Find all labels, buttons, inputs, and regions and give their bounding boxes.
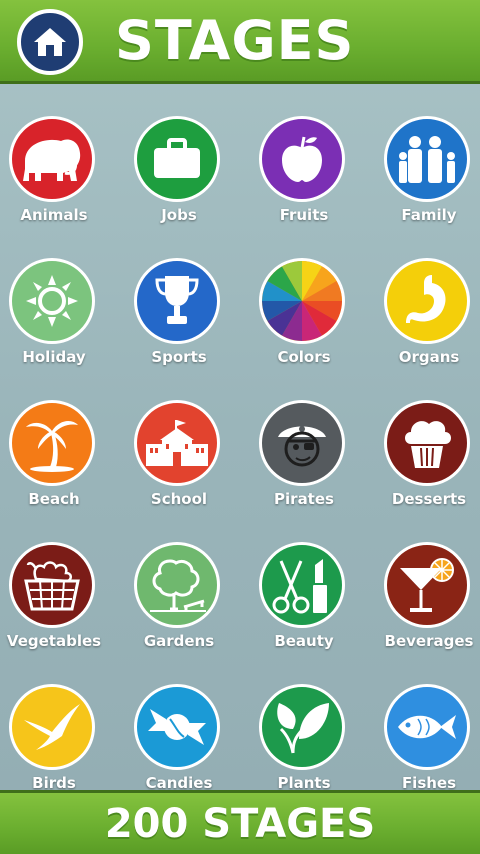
stage-tile-animals[interactable]: Animals bbox=[0, 108, 114, 238]
stage-label: Animals bbox=[20, 206, 88, 224]
stage-tile-organs[interactable]: Organs bbox=[369, 250, 480, 380]
stage-tile-plants[interactable]: Plants bbox=[244, 676, 364, 806]
stage-badge bbox=[9, 116, 95, 202]
stage-label: Colors bbox=[277, 348, 331, 366]
stage-label: Desserts bbox=[391, 490, 467, 508]
fish-icon bbox=[394, 707, 460, 747]
stage-tile-pirates[interactable]: Pirates bbox=[244, 392, 364, 522]
stage-label: Jobs bbox=[161, 206, 197, 224]
stage-badge bbox=[259, 542, 345, 628]
stage-badge bbox=[384, 400, 470, 486]
palm-tree-icon bbox=[24, 413, 80, 473]
stage-badge bbox=[134, 400, 220, 486]
stage-tile-beauty[interactable]: Beauty bbox=[244, 534, 364, 664]
stage-label: Pirates bbox=[274, 490, 334, 508]
stage-badge bbox=[134, 258, 220, 344]
stage-tile-jobs[interactable]: Jobs bbox=[119, 108, 239, 238]
stage-tile-holiday[interactable]: Holiday bbox=[0, 250, 114, 380]
stage-badge bbox=[9, 258, 95, 344]
school-building-icon bbox=[144, 418, 210, 468]
stage-label: Family bbox=[401, 206, 457, 224]
page-title: STAGES bbox=[115, 9, 355, 72]
stage-badge bbox=[384, 542, 470, 628]
stage-badge bbox=[384, 258, 470, 344]
sun-icon bbox=[24, 273, 80, 329]
stage-badge bbox=[134, 542, 220, 628]
stage-badge bbox=[259, 684, 345, 770]
cupcake-icon bbox=[401, 416, 453, 470]
cocktail-icon bbox=[396, 556, 458, 614]
home-button[interactable] bbox=[17, 9, 83, 75]
stage-badge bbox=[134, 684, 220, 770]
stage-tile-beverages[interactable]: Beverages bbox=[369, 534, 480, 664]
stage-label: Organs bbox=[398, 348, 460, 366]
stage-tile-family[interactable]: Family bbox=[369, 108, 480, 238]
scissors-lipstick-icon bbox=[271, 555, 333, 615]
stage-badge bbox=[9, 400, 95, 486]
stage-label: Gardens bbox=[143, 632, 215, 650]
stage-label: Fruits bbox=[279, 206, 329, 224]
stage-tile-birds[interactable]: Birds bbox=[0, 676, 114, 806]
mammoth-icon bbox=[17, 131, 87, 187]
pirate-icon bbox=[274, 415, 330, 471]
stage-tile-school[interactable]: School bbox=[119, 392, 239, 522]
stage-tile-fishes[interactable]: Fishes bbox=[369, 676, 480, 806]
stages-grid: Animals Jobs Fruits Family Holiday Sports Col… bbox=[0, 100, 480, 792]
home-icon bbox=[34, 28, 66, 56]
stage-label: School bbox=[150, 490, 208, 508]
stages-count: 200 STAGES bbox=[104, 800, 376, 847]
stage-tile-colors[interactable]: Colors bbox=[244, 250, 364, 380]
stage-tile-sports[interactable]: Sports bbox=[119, 250, 239, 380]
stage-badge bbox=[9, 684, 95, 770]
stage-label: Beach bbox=[28, 490, 80, 508]
stage-badge bbox=[384, 116, 470, 202]
stage-badge bbox=[134, 116, 220, 202]
stage-tile-gardens[interactable]: Gardens bbox=[119, 534, 239, 664]
stage-label: Sports bbox=[151, 348, 207, 366]
trophy-icon bbox=[153, 274, 201, 328]
stage-badge bbox=[259, 400, 345, 486]
stomach-icon bbox=[404, 273, 450, 329]
color-wheel-icon bbox=[262, 261, 342, 341]
bird-icon bbox=[22, 702, 82, 752]
stage-label: Beverages bbox=[384, 632, 474, 650]
family-icon bbox=[395, 134, 459, 184]
footer-bar: 200 STAGES bbox=[0, 790, 480, 854]
stage-label: Holiday bbox=[22, 348, 86, 366]
stage-badge bbox=[259, 116, 345, 202]
stage-tile-fruits[interactable]: Fruits bbox=[244, 108, 364, 238]
stage-label: Vegetables bbox=[6, 632, 102, 650]
leaves-icon bbox=[273, 699, 331, 755]
tree-bench-icon bbox=[144, 555, 210, 615]
stage-tile-beach[interactable]: Beach bbox=[0, 392, 114, 522]
apple-icon bbox=[280, 134, 324, 184]
stage-badge bbox=[259, 258, 345, 344]
stage-label: Beauty bbox=[274, 632, 334, 650]
briefcase-icon bbox=[152, 138, 202, 180]
basket-icon bbox=[22, 557, 82, 613]
header-bar: STAGES bbox=[0, 0, 480, 84]
stage-badge bbox=[9, 542, 95, 628]
stage-tile-candies[interactable]: Candies bbox=[119, 676, 239, 806]
candy-icon bbox=[146, 701, 208, 753]
stage-tile-vegetables[interactable]: Vegetables bbox=[0, 534, 114, 664]
stage-badge bbox=[384, 684, 470, 770]
stage-tile-desserts[interactable]: Desserts bbox=[369, 392, 480, 522]
